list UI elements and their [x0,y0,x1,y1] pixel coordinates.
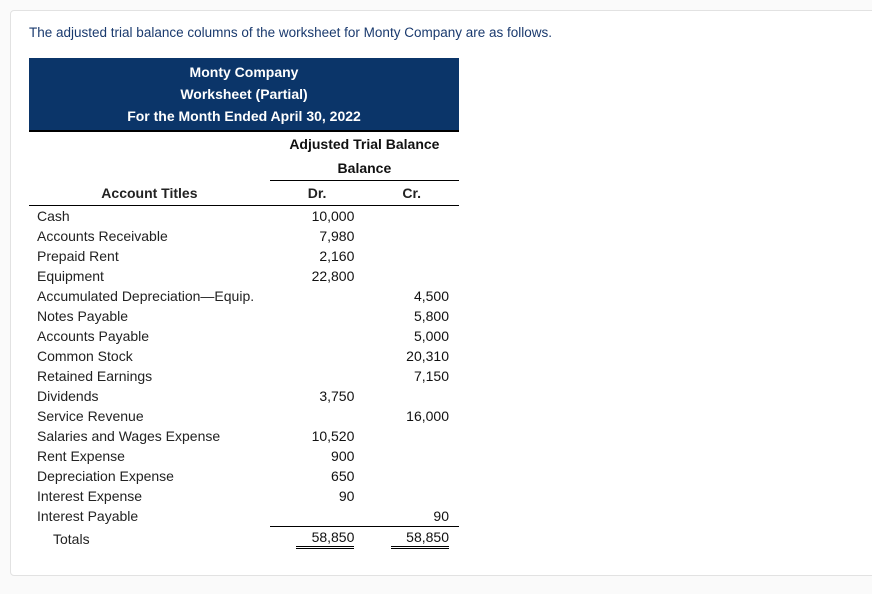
table-row: Service Revenue 16,000 [29,406,459,426]
row-dr: 22,800 [270,266,365,286]
row-dr [270,346,365,366]
row-cr [364,386,459,406]
row-label: Rent Expense [29,446,270,466]
col-cr: Cr. [364,181,459,206]
table-row: Notes Payable 5,800 [29,306,459,326]
row-label: Dividends [29,386,270,406]
row-cr [364,246,459,266]
row-cr [364,426,459,446]
row-cr: 5,000 [364,326,459,346]
row-cr: 4,500 [364,286,459,306]
section-adjusted-trial: Adjusted Trial Balance [270,131,459,156]
intro-text: The adjusted trial balance columns of th… [29,25,861,40]
row-label: Interest Expense [29,486,270,506]
worksheet-card: The adjusted trial balance columns of th… [10,10,872,576]
row-dr: 2,160 [270,246,365,266]
row-cr [364,466,459,486]
row-dr [270,506,365,527]
worksheet-table: Monty Company Worksheet (Partial) For th… [29,58,459,551]
row-label: Salaries and Wages Expense [29,426,270,446]
table-row: Dividends3,750 [29,386,459,406]
row-cr: 20,310 [364,346,459,366]
header-period: For the Month Ended April 30, 2022 [29,105,459,131]
row-dr: 900 [270,446,365,466]
row-label: Interest Payable [29,506,270,527]
row-cr [364,486,459,506]
row-cr: 90 [364,506,459,527]
row-label: Equipment [29,266,270,286]
table-row: Retained Earnings 7,150 [29,366,459,386]
row-dr: 7,980 [270,226,365,246]
table-row: Interest Payable 90 [29,506,459,527]
col-account-titles: Account Titles [29,181,270,206]
row-cr: 5,800 [364,306,459,326]
row-dr [270,406,365,426]
table-row: Depreciation Expense650 [29,466,459,486]
table-row: Cash10,000 [29,206,459,227]
totals-dr: 58,850 [270,527,365,552]
header-company: Monty Company [29,58,459,83]
row-label: Accumulated Depreciation—Equip. [29,286,270,306]
row-cr [364,206,459,227]
totals-label: Totals [29,527,270,552]
row-dr: 3,750 [270,386,365,406]
table-row: Accounts Receivable7,980 [29,226,459,246]
row-cr: 16,000 [364,406,459,426]
row-dr: 10,000 [270,206,365,227]
row-cr [364,226,459,246]
row-label: Prepaid Rent [29,246,270,266]
header-title: Worksheet (Partial) [29,83,459,105]
row-dr: 10,520 [270,426,365,446]
row-label: Retained Earnings [29,366,270,386]
table-row: Salaries and Wages Expense10,520 [29,426,459,446]
row-label: Depreciation Expense [29,466,270,486]
table-row: Interest Expense90 [29,486,459,506]
row-dr: 650 [270,466,365,486]
table-row: Equipment22,800 [29,266,459,286]
table-row: Rent Expense900 [29,446,459,466]
col-dr: Dr. [270,181,365,206]
row-dr [270,306,365,326]
row-cr [364,446,459,466]
table-row: Accumulated Depreciation—Equip. 4,500 [29,286,459,306]
row-label: Accounts Receivable [29,226,270,246]
table-row: Prepaid Rent2,160 [29,246,459,266]
row-dr [270,286,365,306]
row-cr [364,266,459,286]
row-label: Notes Payable [29,306,270,326]
totals-cr: 58,850 [364,527,459,552]
section-balance: Balance [270,156,459,181]
row-label: Cash [29,206,270,227]
table-row: Common Stock 20,310 [29,346,459,366]
row-label: Service Revenue [29,406,270,426]
table-row: Accounts Payable 5,000 [29,326,459,346]
row-dr [270,326,365,346]
row-dr [270,366,365,386]
row-cr: 7,150 [364,366,459,386]
row-dr: 90 [270,486,365,506]
row-label: Accounts Payable [29,326,270,346]
row-label: Common Stock [29,346,270,366]
